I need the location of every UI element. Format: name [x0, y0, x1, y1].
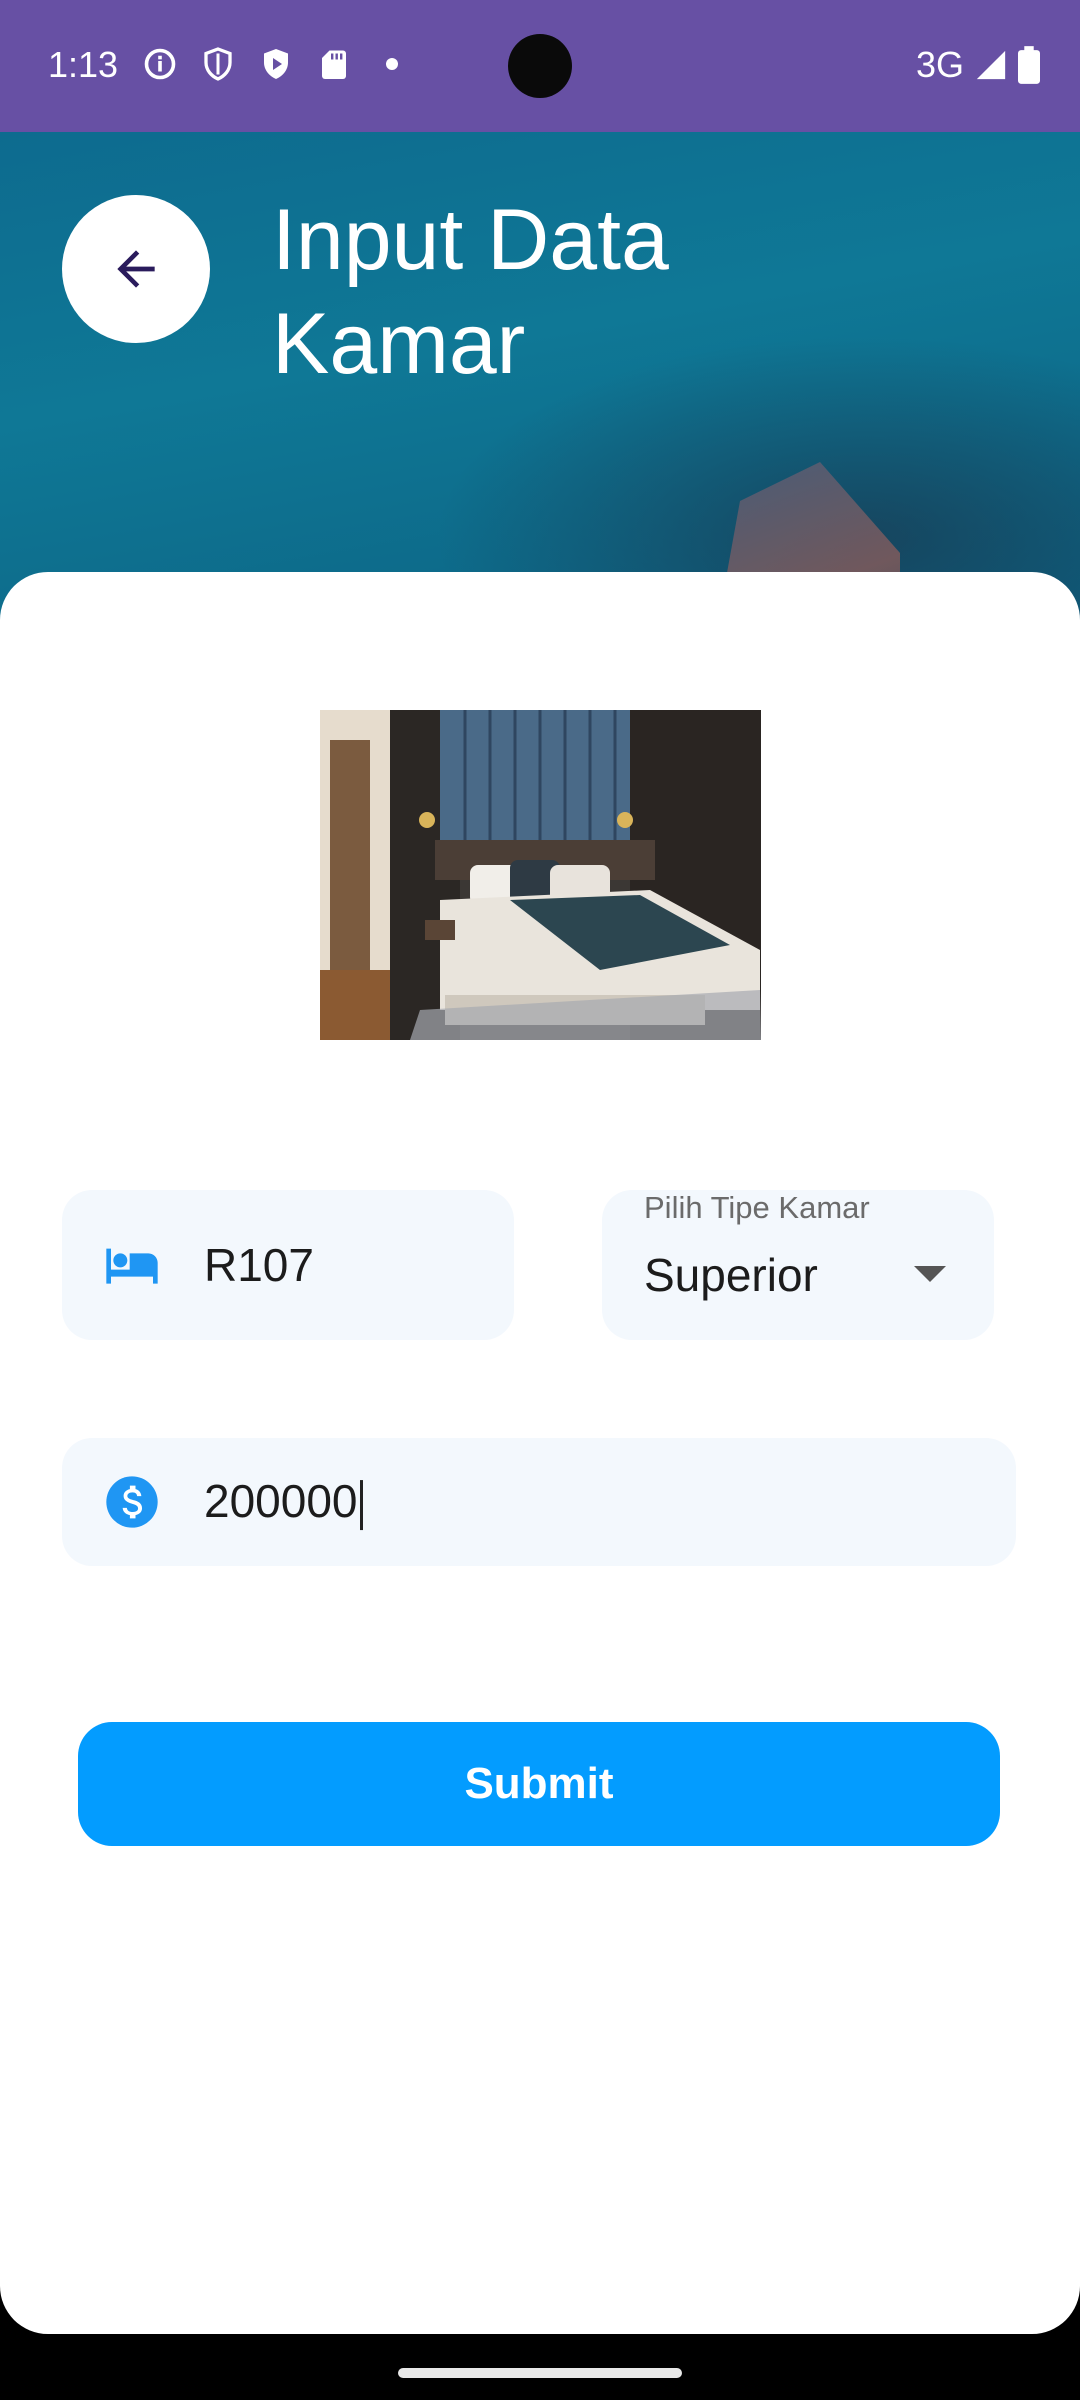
dot-icon [386, 58, 398, 70]
price-value: 200000 [204, 1475, 358, 1528]
room-photo[interactable] [320, 710, 761, 1040]
bedroom-illustration [320, 710, 761, 1040]
dollar-icon [106, 1476, 158, 1528]
status-right: 3G [916, 44, 1040, 86]
info-icon [144, 48, 176, 80]
room-number-value: R107 [204, 1239, 314, 1291]
price-field[interactable]: 200000 [62, 1438, 1016, 1566]
shield-icon [204, 47, 232, 81]
room-type-label: Pilih Tipe Kamar [644, 1190, 870, 1225]
camera-cutout [508, 34, 572, 98]
dropdown-arrow-icon [914, 1266, 946, 1282]
status-bar: 1:13 3G [0, 0, 1080, 132]
home-gesture-handle[interactable] [398, 2368, 682, 2378]
room-type-value: Superior [644, 1249, 818, 1301]
status-time: 1:13 [48, 44, 119, 85]
submit-button[interactable]: Submit [78, 1722, 1000, 1846]
price-input[interactable]: 200000 [204, 1474, 363, 1530]
notification-icons [142, 46, 410, 82]
back-button[interactable] [62, 195, 210, 343]
room-number-field[interactable]: R107 [62, 1190, 514, 1340]
arrow-left-icon [117, 250, 155, 288]
room-type-dropdown[interactable]: Pilih Tipe Kamar Superior [602, 1190, 994, 1340]
page-title: Input Data Kamar [272, 192, 669, 392]
bed-icon [106, 1248, 158, 1284]
navigation-bar [0, 2334, 1080, 2400]
play-shield-icon [264, 49, 288, 79]
signal-icon [976, 50, 1006, 80]
network-type: 3G [915, 44, 964, 85]
battery-icon [1018, 46, 1040, 84]
text-cursor [359, 1479, 363, 1530]
sd-card-icon [322, 50, 346, 79]
